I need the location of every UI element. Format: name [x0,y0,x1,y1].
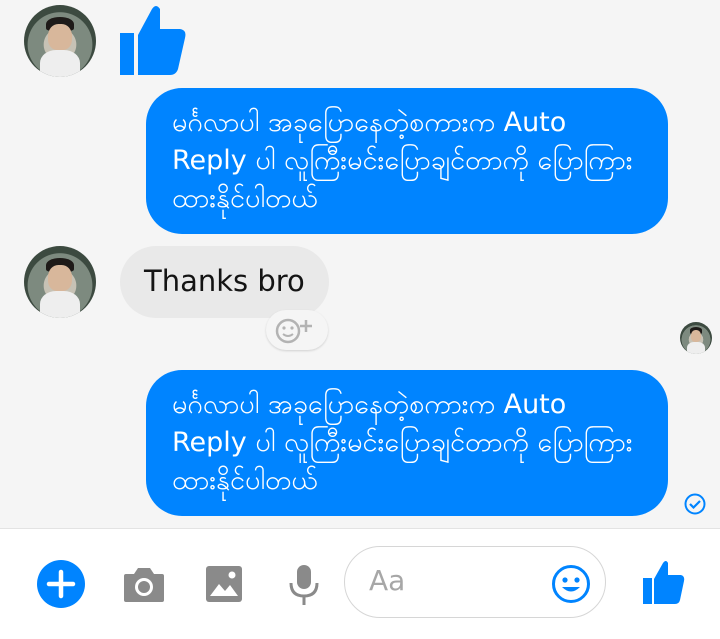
contact-avatar[interactable] [24,5,96,77]
incoming-message-bubble[interactable]: Thanks bro [120,246,329,318]
emoji-icon[interactable] [551,564,591,604]
seen-by-avatar [680,322,712,354]
add-icon[interactable] [36,559,86,609]
camera-icon[interactable] [122,564,166,604]
outgoing-message-bubble[interactable]: မင်္ဂလာပါ အခုပြောနေတဲ့စကားက Auto Reply ပ… [146,88,668,234]
image-icon[interactable] [205,565,243,603]
message-input[interactable]: Aa [344,546,606,618]
message-text: မင်္ဂလာပါ အခုပြောနေတဲ့စကားက Auto Reply ပ… [172,389,633,496]
contact-avatar[interactable] [24,246,96,318]
message-text: Thanks bro [144,264,305,298]
microphone-icon[interactable] [288,563,320,607]
message-thread: မင်္ဂလာပါ အခုပြောနေတဲ့စကားက Auto Reply ပ… [0,0,720,528]
message-text: မင်္ဂလာပါ အခုပြောနေတဲ့စကားက Auto Reply ပ… [172,107,633,214]
message-input-placeholder: Aa [369,564,406,597]
like-icon[interactable] [642,559,686,605]
like-sticker-icon [120,6,186,75]
reaction-icon [275,318,312,344]
outgoing-message-bubble[interactable]: မင်္ဂလာပါ အခုပြောနေတဲ့စကားက Auto Reply ပ… [146,370,668,516]
message-composer: Aa [0,528,720,639]
read-receipt-icon [684,493,706,515]
add-reaction-button[interactable] [266,310,328,350]
